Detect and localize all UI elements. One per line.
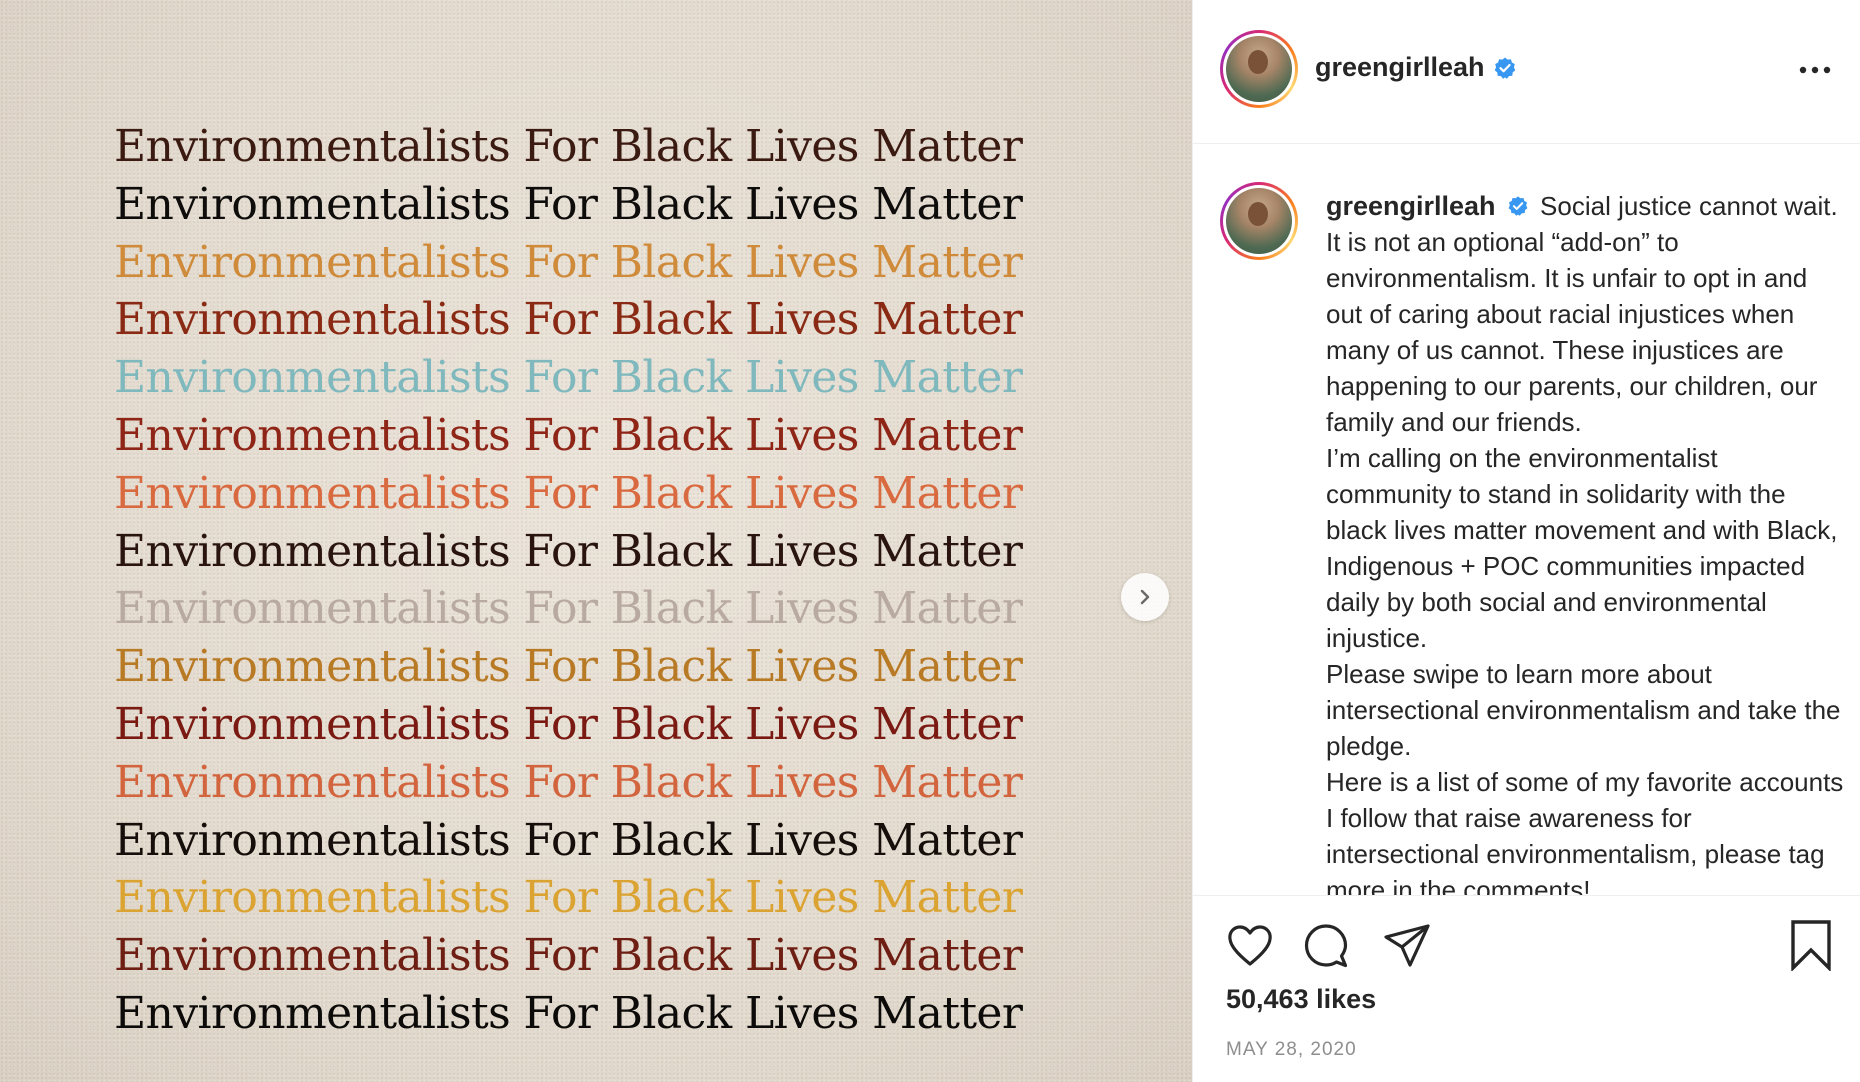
verified-badge-icon (1508, 196, 1528, 216)
caption-paragraph: Please swipe to learn more about interse… (1326, 659, 1841, 761)
more-options-button[interactable] (1795, 55, 1835, 85)
caption-paragraph: Here is a list of some of my favorite ac… (1326, 767, 1844, 896)
poster-line: Environmentalists For Black Lives Matter (114, 409, 1023, 461)
poster-line: Environmentalists For Black Lives Matter (114, 121, 1023, 172)
poster-line: Environmentalists For Black Lives Matter (114, 467, 1023, 519)
poster-line: Environmentalists For Black Lives Matter (114, 641, 1023, 693)
poster-text-lines: Environmentalists For Black Lives Matter… (114, 118, 1074, 1043)
chevron-right-icon (1140, 589, 1150, 605)
poster-line: Environmentalists For Black Lives Matter (114, 872, 1023, 924)
avatar-image (1226, 36, 1292, 102)
bookmark-icon (1791, 920, 1831, 973)
poster-line: Environmentalists For Black Lives Matter (114, 756, 1023, 808)
post-image[interactable]: Environmentalists For Black Lives Matter… (0, 0, 1192, 1082)
more-options-icon (1799, 66, 1831, 74)
caption-paragraph: I’m calling on the environmentalist comm… (1326, 443, 1838, 653)
poster-line: Environmentalists For Black Lives Matter (114, 814, 1023, 866)
header-username[interactable]: greengirlleah (1315, 52, 1485, 83)
poster-line: Environmentalists For Black Lives Matter (114, 987, 1023, 1039)
next-slide-button[interactable] (1121, 573, 1169, 621)
verified-badge-icon (1494, 57, 1515, 79)
heart-icon (1228, 925, 1272, 966)
caption-username[interactable]: greengirlleah (1326, 191, 1496, 221)
share-button[interactable] (1383, 923, 1431, 974)
poster-line: Environmentalists For Black Lives Matter (114, 698, 1023, 750)
poster-line: Environmentalists For Black Lives Matter (114, 236, 1023, 288)
post-sidebar: greengirlleah greengirlleah Social justi… (1192, 0, 1860, 1082)
poster-line: Environmentalists For Black Lives Matter (114, 178, 1023, 230)
comment-button[interactable] (1303, 923, 1349, 974)
comment-icon (1304, 924, 1348, 968)
share-icon (1384, 924, 1430, 967)
post-actions: 50,463 likes MAY 28, 2020 (1193, 896, 1860, 1082)
caption-paragraph: Social justice cannot wait. It is not an… (1326, 191, 1838, 437)
caption-avatar[interactable] (1220, 182, 1298, 260)
post-caption: greengirlleah Social justice cannot wait… (1326, 188, 1846, 896)
poster-line: Environmentalists For Black Lives Matter (114, 930, 1023, 982)
caption-section[interactable]: greengirlleah Social justice cannot wait… (1193, 144, 1860, 896)
avatar-image (1226, 188, 1292, 254)
post-date[interactable]: MAY 28, 2020 (1226, 1039, 1357, 1061)
poster-line: Environmentalists For Black Lives Matter (114, 583, 1023, 635)
poster-line: Environmentalists For Black Lives Matter (114, 525, 1023, 577)
poster-line: Environmentalists For Black Lives Matter (114, 352, 1023, 404)
like-button[interactable] (1226, 924, 1274, 973)
avatar[interactable] (1220, 30, 1298, 108)
post-header: greengirlleah (1193, 0, 1860, 144)
likes-count[interactable]: 50,463 likes (1226, 984, 1376, 1015)
poster-line: Environmentalists For Black Lives Matter (114, 294, 1023, 346)
save-button[interactable] (1790, 919, 1832, 976)
